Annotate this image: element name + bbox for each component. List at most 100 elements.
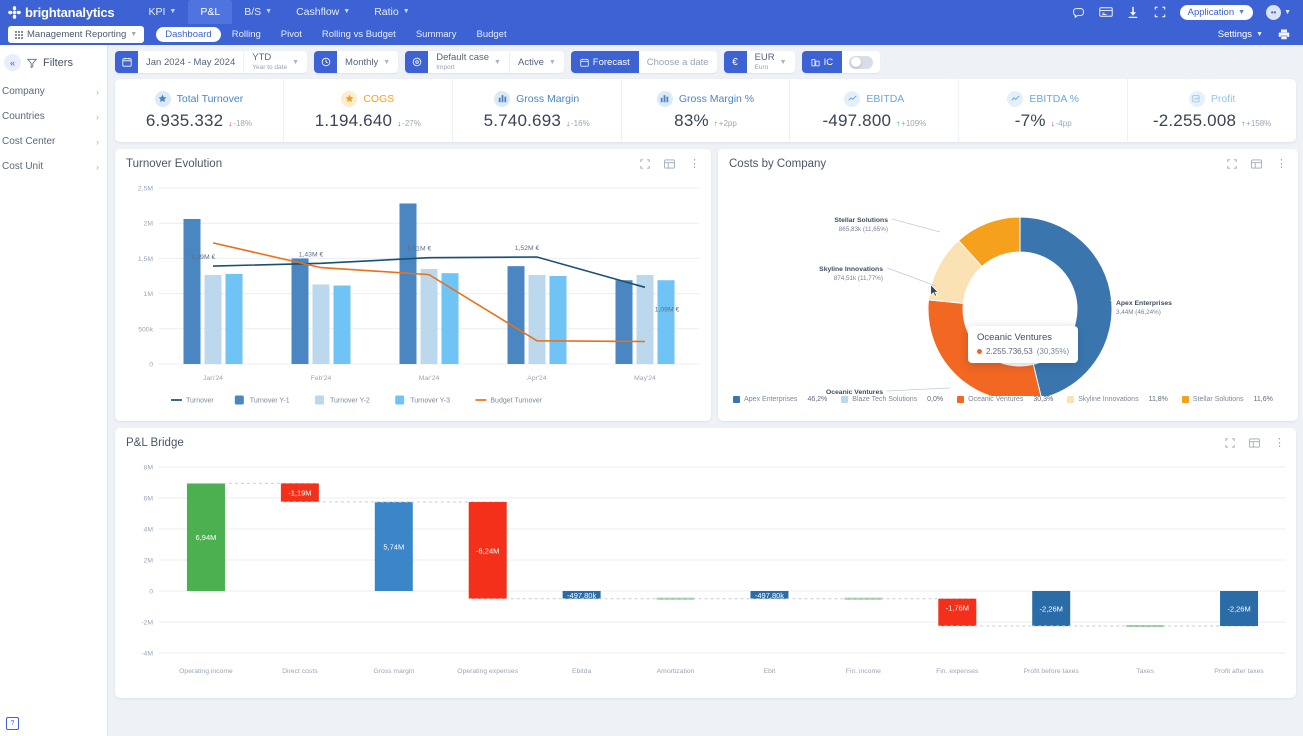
legend-item-turnover[interactable]: Turnover <box>171 398 214 405</box>
menu-item-ratio[interactable]: Ratio ▼ <box>362 0 421 24</box>
kpi-card-ebitda[interactable]: EBITDA %-7%↓-4pp <box>959 79 1128 142</box>
sidebar-item-cost-center[interactable]: Cost Center › <box>0 129 107 154</box>
currency-selector[interactable]: EUR Euro ▼ <box>747 51 795 73</box>
pl-bridge-chart[interactable]: -4M-2M02M4M6M8M6,94MOperating income-1,1… <box>115 453 1296 693</box>
bar-turnover-y-3-3[interactable] <box>550 276 567 364</box>
legend-item-turnover-y-1[interactable]: Turnover Y-1 <box>235 396 290 405</box>
bars-icon <box>657 91 673 107</box>
bridge-chart-svg: -4M-2M02M4M6M8M6,94MOperating income-1,1… <box>115 453 1296 693</box>
forecast-button[interactable]: Forecast <box>571 51 639 73</box>
kpi-card-gross-margin[interactable]: Gross Margin5.740.693↓-16% <box>453 79 622 142</box>
fullscreen-icon[interactable] <box>1227 159 1237 169</box>
sidebar-item-cost-unit[interactable]: Cost Unit › <box>0 154 107 179</box>
bar-turnover-y-2-2[interactable] <box>421 269 438 364</box>
bar-turnover-y-3-4[interactable] <box>658 280 675 364</box>
tab-budget[interactable]: Budget <box>467 27 515 42</box>
menu-item-bs[interactable]: B/S ▼ <box>232 0 284 24</box>
legend-item-oceanic-ventures[interactable]: Oceanic Ventures30,3% <box>957 396 1053 403</box>
legend-item-budget-turnover[interactable]: Budget Turnover <box>475 398 542 405</box>
kpi-body: -2.255.008↑+158% <box>1153 111 1271 131</box>
star-icon <box>155 91 171 107</box>
legend-item-blaze-tech-solutions[interactable]: Blaze Tech Solutions0,0% <box>841 396 943 403</box>
calendar-icon[interactable] <box>115 51 138 73</box>
kpi-card-profit[interactable]: Profit-2.255.008↑+158% <box>1128 79 1296 142</box>
menu-item-kpi[interactable]: KPI ▼ <box>136 0 188 24</box>
more-icon[interactable]: ⋮ <box>1274 436 1285 449</box>
bar-turnover-y-1-0[interactable] <box>184 219 201 364</box>
sidebar-item-countries[interactable]: Countries › <box>0 104 107 129</box>
ic-button[interactable]: IC <box>802 51 843 73</box>
tab-pivot[interactable]: Pivot <box>272 27 311 42</box>
legend-percent: 30,3% <box>1033 396 1053 403</box>
bar-turnover-y-2-4[interactable] <box>637 275 654 364</box>
more-icon[interactable]: ⋮ <box>689 157 700 170</box>
scenario-icon[interactable] <box>405 51 428 73</box>
legend-item-apex-enterprises[interactable]: Apex Enterprises46,2% <box>733 396 827 403</box>
more-icon[interactable]: ⋮ <box>1276 157 1287 170</box>
expand-icon[interactable] <box>1153 5 1167 19</box>
svg-text:-2M: -2M <box>141 620 153 627</box>
legend-item-turnover-y-3[interactable]: Turnover Y-3 <box>395 396 450 405</box>
main-menu: KPI ▼ P&L B/S ▼ Cashflow ▼ Ratio ▼ <box>136 0 421 24</box>
scenario-selector[interactable]: Default case Import ▼ <box>428 51 510 73</box>
kpi-card-total-turnover[interactable]: Total Turnover6.935.332↓-18% <box>115 79 284 142</box>
clock-icon[interactable] <box>314 51 337 73</box>
bar-turnover-y-3-0[interactable] <box>226 274 243 364</box>
legend-item-skyline-innovations[interactable]: Skyline Innovations11,8% <box>1067 396 1168 403</box>
ic-toggle[interactable] <box>849 56 873 69</box>
legend-item-turnover-y-2[interactable]: Turnover Y-2 <box>315 396 370 405</box>
kpi-card-ebitda[interactable]: EBITDA-497.800↑+109% <box>790 79 959 142</box>
card-icon[interactable] <box>1099 5 1113 19</box>
user-menu[interactable]: •• ▼ <box>1266 5 1291 20</box>
collapse-sidebar-button[interactable]: « <box>4 54 21 71</box>
settings-menu[interactable]: Settings ▼ <box>1218 29 1263 40</box>
period-selector[interactable]: Monthly ▼ <box>337 51 398 73</box>
fullscreen-icon[interactable] <box>640 159 650 169</box>
kpi-card-gross-margin[interactable]: Gross Margin %83%↑+2pp <box>622 79 791 142</box>
ic-filter-group: IC <box>802 51 881 73</box>
help-badge-icon[interactable]: ? <box>6 717 19 730</box>
date-range-field[interactable]: Jan 2024 - May 2024 <box>138 51 244 73</box>
bar-turnover-y-2-3[interactable] <box>529 275 546 364</box>
tab-rolling-vs-budget[interactable]: Rolling vs Budget <box>313 27 405 42</box>
ytd-selector[interactable]: YTD Year to date ▼ <box>244 51 307 73</box>
chart-tooltip: Oceanic Ventures 2.255.736,53 (30,35%) <box>968 326 1078 363</box>
bar-turnover-y-2-1[interactable] <box>313 284 330 364</box>
table-icon[interactable] <box>1249 438 1260 448</box>
turnover-evolution-chart[interactable]: 0500k1M1,5M2M2,5MJan'24Feb'24Mar'24Apr'2… <box>115 174 711 416</box>
download-icon[interactable] <box>1126 5 1140 19</box>
status-selector[interactable]: Active ▼ <box>510 51 564 73</box>
application-selector[interactable]: Application ▼ <box>1180 5 1253 20</box>
fullscreen-icon[interactable] <box>1225 438 1235 448</box>
tab-summary[interactable]: Summary <box>407 27 466 42</box>
bar-turnover-y-1-3[interactable] <box>508 266 525 364</box>
brand-logo[interactable]: brightanalytics <box>8 5 114 20</box>
bar-turnover-y-1-2[interactable] <box>400 203 417 364</box>
kpi-card-cogs[interactable]: COGS1.194.640↓-27% <box>284 79 453 142</box>
menu-item-cashflow[interactable]: Cashflow ▼ <box>284 0 362 24</box>
main-content: Jan 2024 - May 2024 YTD Year to date ▼ <box>108 45 1303 736</box>
table-icon[interactable] <box>1251 159 1262 169</box>
tooltip-value: 2.255.736,53 <box>986 347 1033 356</box>
bar-turnover-y-2-0[interactable] <box>205 275 222 364</box>
kpi-delta: ↑+2pp <box>714 119 737 128</box>
kpi-delta: ↑+158% <box>1241 119 1271 128</box>
svg-text:Fin. income: Fin. income <box>846 668 881 675</box>
table-icon[interactable] <box>664 159 675 169</box>
choose-date-input[interactable]: Choose a date <box>639 51 717 73</box>
tab-dashboard[interactable]: Dashboard <box>156 27 220 42</box>
print-icon[interactable] <box>1277 28 1291 42</box>
sidebar-item-company[interactable]: Company › <box>0 79 107 104</box>
bar-turnover-y-1-1[interactable] <box>292 258 309 364</box>
menu-item-pl[interactable]: P&L <box>188 0 232 24</box>
workspace-selector[interactable]: Management Reporting ▼ <box>8 26 144 43</box>
bar-turnover-y-1-4[interactable] <box>616 280 633 364</box>
legend-item-stellar-solutions[interactable]: Stellar Solutions11,6% <box>1182 396 1273 403</box>
kpi-value: 1.194.640 <box>315 111 392 131</box>
currency-icon[interactable]: € <box>724 51 747 73</box>
svg-text:Oceanic Ventures: Oceanic Ventures <box>826 389 883 396</box>
tab-rolling[interactable]: Rolling <box>223 27 270 42</box>
chart-icon <box>1189 91 1205 107</box>
bar-turnover-y-3-1[interactable] <box>334 286 351 364</box>
chat-icon[interactable] <box>1072 5 1086 19</box>
